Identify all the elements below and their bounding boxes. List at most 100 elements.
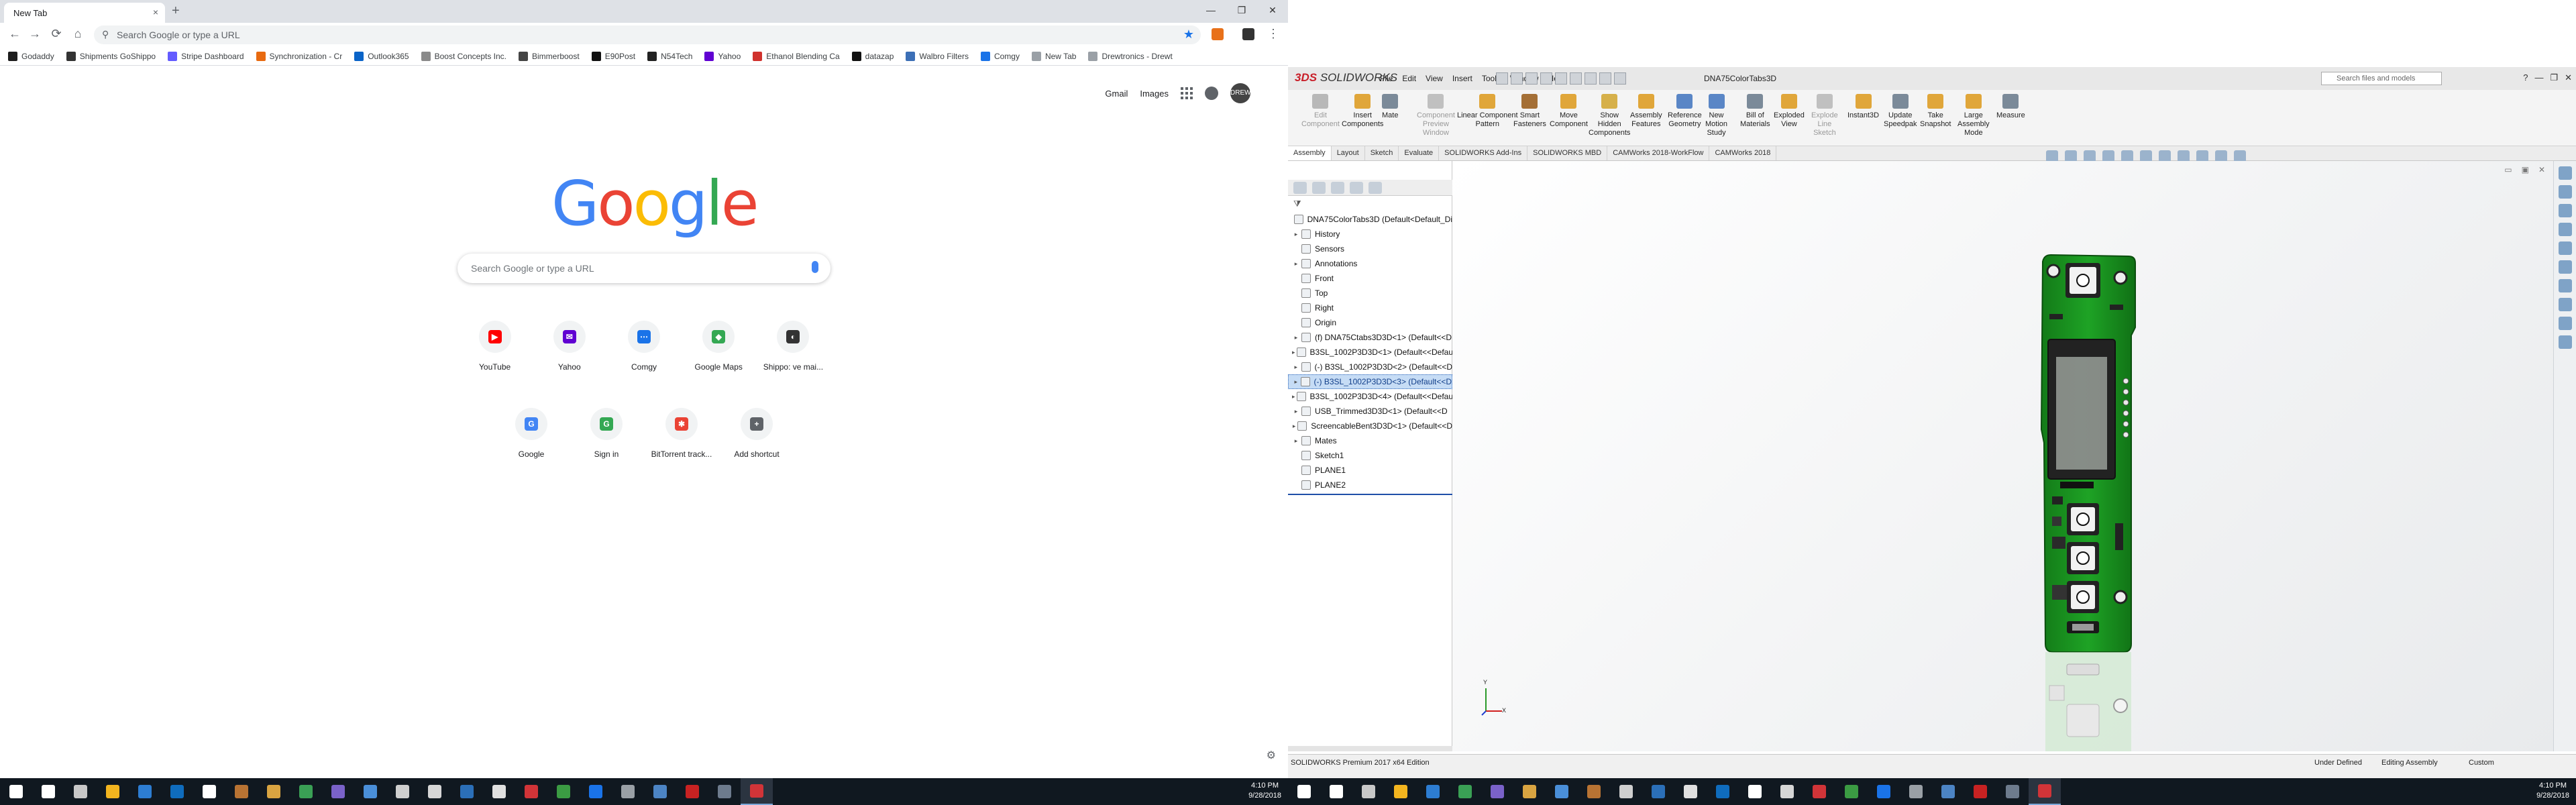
view-palette-icon[interactable] — [2558, 223, 2572, 236]
minimize-button[interactable]: — — [2534, 72, 2543, 83]
tree-node[interactable]: PLANE1 — [1288, 463, 1452, 478]
taskbar-clock[interactable]: 4:10 PM 9/28/2018 — [1248, 781, 1281, 801]
google-search-input[interactable]: Search Google or type a URL — [458, 254, 830, 283]
expand-arrow-icon[interactable]: ▸ — [1292, 349, 1295, 356]
start-button[interactable] — [0, 778, 32, 805]
tree-node[interactable]: ▸ B3SL_1002P3D3D<1> (Default<<Defaul — [1288, 345, 1452, 360]
command-button[interactable]: Exploded View — [1774, 94, 1805, 129]
rollback-bar[interactable] — [1288, 494, 1452, 495]
tab-evaluate[interactable]: Evaluate — [1399, 146, 1440, 160]
taskbar-app-icon[interactable] — [515, 778, 547, 805]
taskbar-app-icon[interactable] — [676, 778, 708, 805]
property-manager-tab[interactable] — [1312, 182, 1326, 194]
taskbar-app-icon[interactable] — [386, 778, 419, 805]
print-icon[interactable] — [1540, 72, 1552, 85]
horizontal-scrollbar[interactable] — [1288, 746, 1452, 751]
search-files-input[interactable]: Search files and models — [2321, 72, 2442, 85]
apps-grid-icon[interactable] — [1181, 87, 1193, 99]
options-icon[interactable] — [1614, 72, 1626, 85]
3d-icon[interactable] — [2558, 317, 2572, 330]
avatar[interactable]: DREW — [1230, 83, 1251, 103]
tab-solidworks-add-ins[interactable]: SOLIDWORKS Add-Ins — [1439, 146, 1528, 160]
command-button[interactable]: Measure — [1996, 94, 2025, 120]
reload-icon[interactable]: ⟳ — [48, 27, 64, 41]
taskbar-app-icon[interactable] — [1996, 778, 2029, 805]
taskbar-app-icon[interactable] — [2029, 778, 2061, 805]
customize-gear-icon[interactable]: ⚙ — [1267, 749, 1276, 762]
tab-layout[interactable]: Layout — [1332, 146, 1365, 160]
tree-node[interactable]: Right — [1288, 301, 1452, 315]
custom-properties-icon[interactable] — [2558, 260, 2572, 274]
forward-icon[interactable]: → — [27, 27, 43, 41]
configuration-manager-tab[interactable] — [1331, 182, 1344, 194]
expand-arrow-icon[interactable]: ▸ — [1292, 437, 1300, 445]
notifications-icon[interactable] — [1205, 87, 1218, 100]
rebuild-icon[interactable] — [1585, 72, 1597, 85]
taskbar-app-icon[interactable] — [1449, 778, 1481, 805]
tree-node[interactable]: Sensors — [1288, 241, 1452, 256]
bookmark-item[interactable]: N54Tech — [647, 51, 692, 61]
taskbar-app-icon[interactable] — [483, 778, 515, 805]
start-button[interactable] — [1288, 778, 1320, 805]
taskbar-app-icon[interactable] — [741, 778, 773, 805]
tree-node[interactable]: DNA75ColorTabs3D (Default<Default_Di — [1288, 212, 1452, 227]
bookmark-item[interactable]: Bimmerboost — [519, 51, 580, 61]
maximize-button[interactable]: ❐ — [1226, 0, 1257, 20]
command-button[interactable]: Linear Component Pattern — [1457, 94, 1518, 129]
taskbar-app-icon[interactable] — [161, 778, 193, 805]
taskbar-app-icon[interactable] — [1385, 778, 1417, 805]
menu-view[interactable]: View — [1421, 74, 1448, 83]
taskbar-app-icon[interactable] — [354, 778, 386, 805]
taskbar-app-icon[interactable] — [1352, 778, 1385, 805]
home-icon[interactable]: ⌂ — [70, 27, 86, 41]
expand-arrow-icon[interactable]: ▸ — [1292, 408, 1300, 415]
tab-camworks-2018-workflow[interactable]: CAMWorks 2018-WorkFlow — [1607, 146, 1710, 160]
command-button[interactable]: Take Snapshot — [1920, 94, 1951, 129]
taskbar-app-icon[interactable] — [1900, 778, 1932, 805]
taskbar-app-icon[interactable] — [1803, 778, 1835, 805]
open-icon[interactable] — [1511, 72, 1523, 85]
command-button[interactable]: Smart Fasteners — [1513, 94, 1546, 129]
command-button[interactable]: New Motion Study — [1705, 94, 1727, 138]
expand-arrow-icon[interactable]: ▸ — [1292, 393, 1295, 400]
back-icon[interactable]: ← — [7, 27, 23, 41]
taskbar-app-icon[interactable] — [1739, 778, 1771, 805]
taskbar-app-icon[interactable] — [547, 778, 580, 805]
bookmark-item[interactable]: Synchronization - Cr — [256, 51, 342, 61]
taskbar-app-icon[interactable] — [1546, 778, 1578, 805]
taskbar-app-icon[interactable] — [1610, 778, 1642, 805]
taskbar-app-icon[interactable] — [1964, 778, 1996, 805]
bookmark-item[interactable]: Godaddy — [8, 51, 54, 61]
taskbar-app-icon[interactable] — [1417, 778, 1449, 805]
tree-node[interactable]: Top — [1288, 286, 1452, 301]
taskbar-app-icon[interactable] — [1835, 778, 1868, 805]
close-window-button[interactable]: ✕ — [2565, 72, 2572, 83]
command-button[interactable]: Mate — [1382, 94, 1398, 120]
save-icon[interactable] — [1525, 72, 1538, 85]
command-button[interactable]: Reference Geometry — [1668, 94, 1702, 129]
bookmark-item[interactable]: E90Post — [591, 51, 635, 61]
shortcut-tile[interactable]: ◆ Google Maps — [682, 315, 756, 390]
taskbar-app-icon[interactable] — [64, 778, 97, 805]
display-manager-tab[interactable] — [1368, 182, 1382, 194]
bookmark-star-icon[interactable]: ★ — [1183, 28, 1194, 42]
shortcut-tile[interactable]: ◐ Shippo: ve mai... — [756, 315, 830, 390]
taskbar-app-icon[interactable] — [97, 778, 129, 805]
new-tab-button[interactable]: + — [172, 3, 180, 19]
taskbar-app-icon[interactable] — [708, 778, 741, 805]
command-button[interactable]: Move Component — [1550, 94, 1588, 129]
taskbar-app-icon[interactable] — [322, 778, 354, 805]
solidworks-resources-icon[interactable] — [2558, 166, 2572, 180]
command-button[interactable]: Explode Line Sketch — [1811, 94, 1838, 138]
shortcut-tile[interactable]: ▶ YouTube — [458, 315, 532, 390]
shortcut-tile[interactable]: + Add shortcut — [719, 402, 794, 478]
expand-arrow-icon[interactable]: ▸ — [1292, 334, 1300, 341]
design-library-icon[interactable] — [2558, 185, 2572, 199]
command-button[interactable]: Update Speedpak — [1884, 94, 1917, 129]
taskbar-app-icon[interactable] — [1771, 778, 1803, 805]
appearances-icon[interactable] — [2558, 241, 2572, 255]
tab-sketch[interactable]: Sketch — [1365, 146, 1399, 160]
units-selector[interactable]: Custom — [2469, 759, 2494, 767]
expand-arrow-icon[interactable]: ▸ — [1293, 378, 1299, 386]
filter-icon[interactable]: ⧩ — [1293, 199, 1301, 209]
